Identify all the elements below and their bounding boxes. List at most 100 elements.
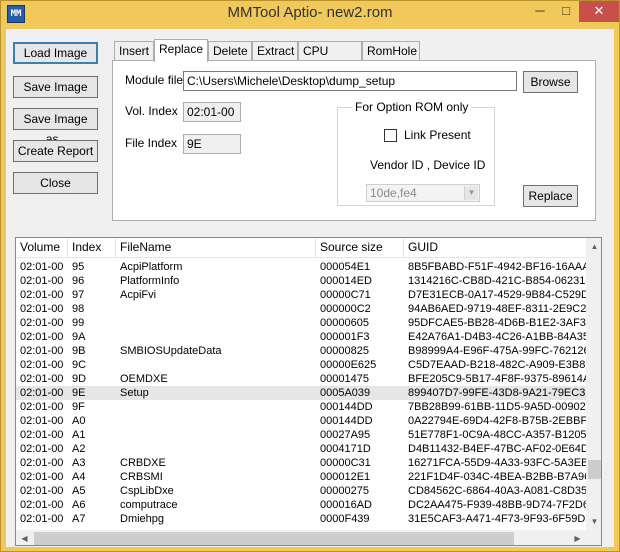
replace-button[interactable]: Replace: [523, 185, 578, 207]
column-source-size[interactable]: Source size: [316, 238, 404, 258]
vertical-scroll-thumb[interactable]: [588, 460, 601, 479]
table-row[interactable]: 02:01-00 A2 0004171D D4B11432-B4EF-47BC-AF0…: [16, 442, 586, 456]
vendor-device-label: Vendor ID , Device ID: [370, 158, 486, 172]
tab-insert[interactable]: Insert: [114, 41, 154, 61]
table-row[interactable]: 02:01-00 9E Setup 0005A039 899407D7-99FE-43D…: [16, 386, 586, 400]
link-present-checkbox[interactable]: [384, 129, 397, 142]
guid-cell: 95DFCAE5-BB28-4D6B-B1E2-3AF3A: [408, 317, 586, 329]
title-bar[interactable]: MM MMTool Aptio- new2.rom ─ □ ✕: [1, 1, 619, 29]
save-image-button[interactable]: Save Image: [13, 76, 98, 98]
index-cell: 97: [72, 289, 85, 301]
guid-cell: C5D7EAAD-B218-482C-A909-E3B8C: [408, 359, 586, 371]
close-icon[interactable]: ✕: [579, 1, 619, 22]
index-cell: A7: [72, 513, 86, 525]
column-index[interactable]: Index: [68, 238, 116, 258]
filename-cell: AcpiFvi: [120, 289, 157, 301]
chevron-down-icon[interactable]: ▼: [464, 186, 478, 200]
table-row[interactable]: 02:01-00 9C 00000E625 C5D7EAAD-B218-482C-A9…: [16, 358, 586, 372]
source-size-cell: 0004171D: [320, 443, 371, 455]
source-size-cell: 000144DD: [320, 415, 373, 427]
table-row[interactable]: 02:01-00 A6 computrace 000016AD DC2AA475-F93…: [16, 498, 586, 512]
scroll-right-icon[interactable]: ▶: [569, 530, 586, 545]
create-report-button[interactable]: Create Report: [13, 140, 98, 162]
guid-cell: 16271FCA-55D9-4A33-93FC-5A3EB1: [408, 457, 586, 469]
horizontal-scroll-thumb[interactable]: [34, 532, 514, 545]
save-image-as-button[interactable]: Save Image as..: [13, 108, 98, 146]
table-row[interactable]: 02:01-00 9A 000001F3 E42A76A1-D4B3-4C26-A1B…: [16, 330, 586, 344]
source-size-cell: 0000F439: [320, 513, 370, 525]
tab-extract[interactable]: Extract: [252, 41, 298, 61]
volume-cell: 02:01-00: [20, 499, 64, 511]
volume-cell: 02:01-00: [20, 261, 64, 273]
guid-cell: E42A76A1-D4B3-4C26-A1BB-84A350: [408, 331, 586, 343]
volume-cell: 02:01-00: [20, 303, 64, 315]
source-size-cell: 00000825: [320, 345, 369, 357]
column-volume[interactable]: Volume: [16, 238, 68, 258]
vendor-device-select[interactable]: 10de,fe4 ▼: [366, 184, 480, 202]
column-guid[interactable]: GUID: [404, 238, 586, 258]
table-row[interactable]: 02:01-00 A3 CRBDXE 00000C31 16271FCA-55D9-4A…: [16, 456, 586, 470]
filename-cell: computrace: [120, 499, 178, 511]
table-row[interactable]: 02:01-00 9B SMBIOSUpdateData 00000825 B98999…: [16, 344, 586, 358]
index-cell: 9A: [72, 331, 86, 343]
list-body: 02:01-00 95 AcpiPlatform 000054E1 8B5FBABD-F…: [16, 258, 586, 530]
minimize-icon[interactable]: ─: [527, 1, 553, 22]
source-size-cell: 00000605: [320, 317, 369, 329]
table-row[interactable]: 02:01-00 9D OEMDXE 00001475 BFE205C9-5B17-4F…: [16, 372, 586, 386]
table-row[interactable]: 02:01-00 96 PlatformInfo 000014ED 1314216C-C…: [16, 274, 586, 288]
main-window: MM MMTool Aptio- new2.rom ─ □ ✕ Load Ima…: [0, 0, 620, 552]
table-row[interactable]: 02:01-00 95 AcpiPlatform 000054E1 8B5FBABD-F…: [16, 260, 586, 274]
vol-index-label: Vol. Index: [125, 104, 178, 118]
vol-index-value: 02:01-00: [183, 102, 241, 122]
source-size-cell: 000000C2: [320, 303, 371, 315]
volume-cell: 02:01-00: [20, 387, 64, 399]
browse-button[interactable]: Browse: [523, 71, 578, 93]
index-cell: 96: [72, 275, 85, 287]
index-cell: A5: [72, 485, 86, 497]
volume-cell: 02:01-00: [20, 373, 64, 385]
table-row[interactable]: 02:01-00 99 00000605 95DFCAE5-BB28-4D6B-B1E…: [16, 316, 586, 330]
tab-delete[interactable]: Delete: [208, 41, 252, 61]
table-row[interactable]: 02:01-00 98 000000C2 94AB6AED-9719-48EF-831…: [16, 302, 586, 316]
source-size-cell: 00000E625: [320, 359, 377, 371]
scroll-up-icon[interactable]: ▲: [586, 238, 601, 255]
guid-cell: 1314216C-CB8D-421C-B854-062313: [408, 275, 586, 287]
filename-cell: Setup: [120, 387, 149, 399]
guid-cell: 7BB28B99-61BB-11D5-9A5D-009027: [408, 401, 586, 413]
guid-cell: BFE205C9-5B17-4F8F-9375-89614AF: [408, 373, 586, 385]
guid-cell: D7E31ECB-0A17-4529-9B84-C529DE: [408, 289, 586, 301]
table-row[interactable]: 02:01-00 A0 000144DD 0A22794E-69D4-42F8-B75…: [16, 414, 586, 428]
volume-cell: 02:01-00: [20, 443, 64, 455]
table-row[interactable]: 02:01-00 9F 000144DD 7BB28B99-61BB-11D5-9A5…: [16, 400, 586, 414]
table-row[interactable]: 02:01-00 A1 00027A95 51E778F1-0C9A-48CC-A35…: [16, 428, 586, 442]
maximize-icon[interactable]: □: [553, 1, 579, 22]
table-row[interactable]: 02:01-00 A5 CspLibDxe 00000275 CD84562C-6864…: [16, 484, 586, 498]
guid-cell: DC2AA475-F939-48BB-9D74-7F2D62: [408, 499, 586, 511]
horizontal-scrollbar[interactable]: ◀ ▶: [16, 530, 586, 545]
volume-cell: 02:01-00: [20, 331, 64, 343]
module-file-input[interactable]: C:\Users\Michele\Desktop\dump_setup: [183, 71, 517, 91]
filename-cell: CRBDXE: [120, 457, 166, 469]
table-row[interactable]: 02:01-00 A7 Dmiehpg 0000F439 31E5CAF3-A471-4…: [16, 512, 586, 526]
load-image-button[interactable]: Load Image: [13, 42, 98, 64]
tab-replace[interactable]: Replace: [154, 39, 208, 62]
filename-cell: Dmiehpg: [120, 513, 165, 525]
scroll-down-icon[interactable]: ▼: [586, 513, 601, 530]
table-row[interactable]: 02:01-00 A4 CRBSMI 000012E1 221F1D4F-034C-4B…: [16, 470, 586, 484]
tab-romhole[interactable]: RomHole: [362, 41, 420, 61]
close-button[interactable]: Close: [13, 172, 98, 194]
source-size-cell: 000016AD: [320, 499, 372, 511]
filename-cell: SMBIOSUpdateData: [120, 345, 222, 357]
table-row[interactable]: 02:01-00 97 AcpiFvi 00000C71 D7E31ECB-0A17-4…: [16, 288, 586, 302]
scroll-left-icon[interactable]: ◀: [16, 530, 33, 545]
column-filename[interactable]: FileName: [116, 238, 316, 258]
source-size-cell: 00000275: [320, 485, 369, 497]
guid-cell: 51E778F1-0C9A-48CC-A357-B12055: [408, 429, 586, 441]
filename-cell: PlatformInfo: [120, 275, 180, 287]
vertical-scrollbar[interactable]: ▲ ▼: [586, 238, 601, 530]
source-size-cell: 00000C31: [320, 457, 371, 469]
tab-cpu-patch[interactable]: CPU Patch: [298, 41, 362, 76]
volume-cell: 02:01-00: [20, 317, 64, 329]
module-list[interactable]: Volume Index FileName Source size GUID 0…: [15, 237, 602, 546]
filename-cell: CspLibDxe: [120, 485, 174, 497]
